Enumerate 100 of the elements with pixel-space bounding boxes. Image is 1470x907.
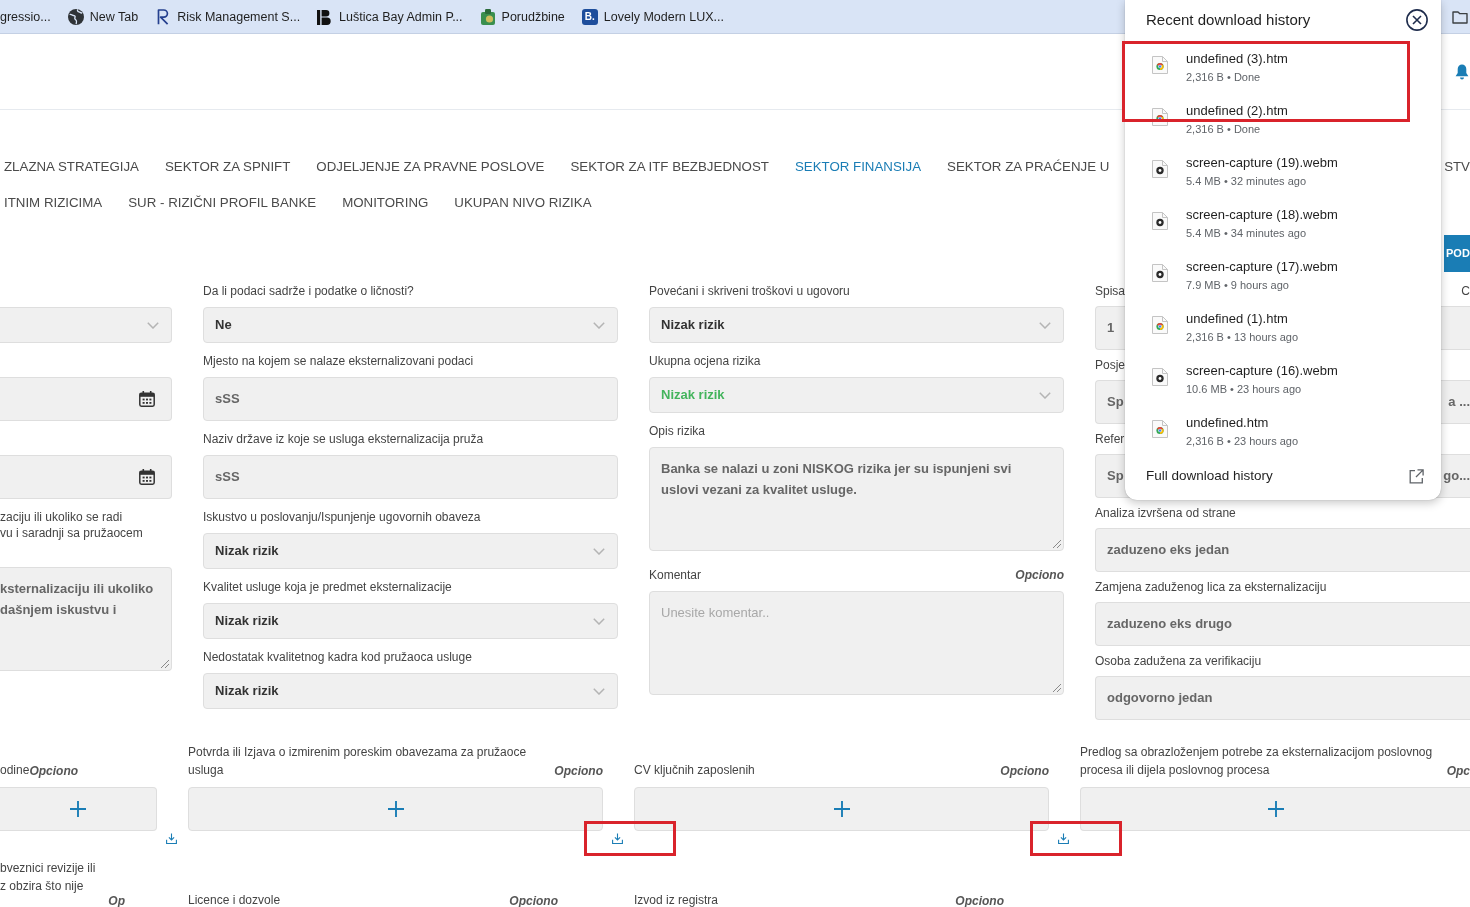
field-label: Potvrda ili Izjava o izmirenim poreskim obavezama za pružaoce usluga (188, 744, 528, 779)
field-label: Posje (1095, 357, 1126, 373)
media-file-icon (1152, 212, 1168, 230)
download-icon[interactable] (1058, 833, 1069, 844)
calendar-icon[interactable] (139, 391, 155, 407)
resize-handle-icon[interactable] (1052, 683, 1061, 692)
file-name[interactable]: screen-capture (18).webm (1186, 207, 1338, 222)
field-label: Spisa (1095, 283, 1126, 299)
file-name[interactable]: undefined (3).htm (1186, 51, 1288, 66)
section-tab[interactable]: SEKTOR ZA SPNIFT (164, 158, 291, 175)
text-area[interactable]: Banka se nalazi u zoni NISKOG rizika jer su ispunjeni svi uslovi vezani za kvalitet usluge. (649, 447, 1064, 551)
chevron-down-icon (593, 547, 605, 555)
chevron-down-icon (593, 321, 605, 329)
document-icon (1152, 420, 1168, 438)
select-field[interactable]: Nizak rizik (203, 673, 618, 709)
resize-handle-icon[interactable] (160, 659, 169, 668)
select-field[interactable] (0, 307, 172, 343)
input-field[interactable]: zaduzeno eks drugo (1095, 602, 1470, 646)
file-details: 5.4 MB • 32 minutes ago (1186, 174, 1308, 188)
optional-tag: Op (108, 895, 125, 907)
logo-icon (317, 8, 334, 25)
chevron-down-icon (1039, 391, 1051, 399)
optional-tag: Opc (1446, 763, 1470, 779)
field-label: Mjesto na kojem se nalaze eksternalizovani podaci (203, 353, 474, 369)
media-file-icon (1152, 368, 1168, 386)
section-tab[interactable]: MONITORING (342, 194, 429, 211)
select-field[interactable]: Nizak rizik (203, 603, 618, 639)
bookmark-link[interactable]: Risk Management S... (155, 8, 301, 25)
file-name[interactable]: screen-capture (17).webm (1186, 259, 1338, 274)
field-label: Analiza izvršena od strane (1095, 505, 1236, 521)
media-file-icon (1152, 160, 1168, 178)
input-field[interactable]: odgovorno jedan (1095, 676, 1470, 720)
file-details: 7.9 MB • 9 hours ago (1186, 278, 1290, 292)
date-field[interactable] (0, 455, 172, 499)
date-field[interactable] (0, 377, 172, 421)
select-field[interactable]: Ne (203, 307, 618, 343)
file-name[interactable]: undefined (2).htm (1186, 103, 1288, 118)
field-label: Kvalitet usluge koja je predmet eksternalizacije (203, 579, 452, 595)
field-label: odine (0, 762, 30, 777)
calendar-icon[interactable] (139, 469, 155, 485)
file-name[interactable]: undefined.htm (1186, 415, 1299, 430)
plus-icon (1267, 801, 1284, 817)
download-icon[interactable] (612, 833, 623, 844)
bookmark-link[interactable]: Porudžbine (479, 8, 565, 25)
input-field[interactable]: zaduzeno eks jedan (1095, 528, 1470, 572)
select-field[interactable]: Nizak rizik (649, 307, 1064, 343)
chevron-down-icon (1039, 321, 1051, 329)
field-label: Povećani i skriveni troškovi u ugovoru (649, 283, 850, 299)
input-field[interactable]: sSS (203, 377, 618, 421)
field-label: Da li podaci sadrže i podatke o ličnosti? (203, 283, 414, 299)
field-label: C (1461, 283, 1470, 299)
globe-icon (67, 8, 84, 25)
section-tab[interactable]: ITNIM RIZICIMA (4, 194, 103, 211)
section-tab[interactable]: SUR - RIZIČNI PROFIL BANKE (128, 194, 317, 211)
field-label: bveznici revizije ili z obzira što nije (0, 860, 96, 895)
input-field[interactable]: sSS (203, 455, 618, 499)
bookmark-link[interactable]: gressio... (0, 8, 51, 25)
text-area[interactable]: ksternalizaciju ili ukoliko dašnjem iskustvu i (0, 567, 172, 671)
field-label: Komentar (649, 567, 702, 583)
action-button[interactable]: POD (1444, 235, 1470, 272)
section-tab[interactable]: ZLAZNA STRATEGIJA (4, 158, 139, 175)
plus-icon (387, 801, 404, 817)
field-label: Refer (1095, 431, 1125, 447)
folder-icon[interactable] (1452, 9, 1468, 24)
file-name[interactable]: undefined (1).htm (1186, 311, 1299, 326)
optional-tag: Opciono (554, 763, 603, 779)
bookmark-link[interactable]: New Tab (67, 8, 139, 25)
external-link-icon[interactable] (1409, 468, 1424, 484)
field-label: Osoba zadužena za verifikaciju (1095, 653, 1262, 669)
close-icon[interactable] (1406, 9, 1428, 31)
section-tab[interactable]: SEKTOR ZA PRAĆENJE U (947, 158, 1110, 175)
document-icon (1152, 316, 1168, 334)
chevron-down-icon (147, 321, 159, 329)
field-label: Naziv države iz koje se usluga eksternalizacija pruža (203, 431, 484, 447)
media-file-icon (1152, 264, 1168, 282)
logo-tile: B. (581, 8, 598, 25)
file-name[interactable]: screen-capture (19).webm (1186, 155, 1338, 170)
full-history-link[interactable]: Full download history (1146, 467, 1273, 485)
field-label: Predlog sa obrazloženjem potrebe za eksternalizacijom poslovnog procesa ili dijela poslovnog procesa (1080, 744, 1434, 779)
resize-handle-icon[interactable] (1052, 539, 1061, 548)
section-tab[interactable]: STV (1444, 158, 1470, 175)
section-tab[interactable]: UKUPAN NIVO RIZIKA (454, 194, 592, 211)
download-icon[interactable] (166, 833, 177, 844)
bookmark-link[interactable]: Luštica Bay Admin P... (317, 8, 463, 25)
file-details: 2,316 B • Done (1186, 122, 1262, 136)
file-name[interactable]: screen-capture (16).webm (1186, 363, 1338, 378)
section-tab[interactable]: SEKTOR FINANSIJA (794, 158, 922, 175)
file-details: 2,316 B • Done (1186, 70, 1262, 84)
file-details: 10.6 MB • 23 hours ago (1186, 382, 1303, 396)
file-details: 2,316 B • 13 hours ago (1186, 330, 1299, 344)
bookmark-link[interactable]: B. Lovely Modern LUX... (581, 8, 724, 25)
select-field[interactable]: Nizak rizik (203, 533, 618, 569)
bell-icon[interactable] (1455, 63, 1469, 80)
section-tab[interactable]: ODJELJENJE ZA PRAVNE POSLOVE (316, 158, 545, 175)
panel-title: Recent download history (1146, 10, 1311, 30)
bag-icon (479, 8, 496, 25)
file-details: 2,316 B • 23 hours ago (1186, 434, 1299, 448)
field-label: Opis rizika (649, 423, 705, 439)
section-tab[interactable]: SEKTOR ZA ITF BEZBJEDNOST (570, 158, 769, 175)
optional-tag: Opciono (1000, 763, 1049, 779)
